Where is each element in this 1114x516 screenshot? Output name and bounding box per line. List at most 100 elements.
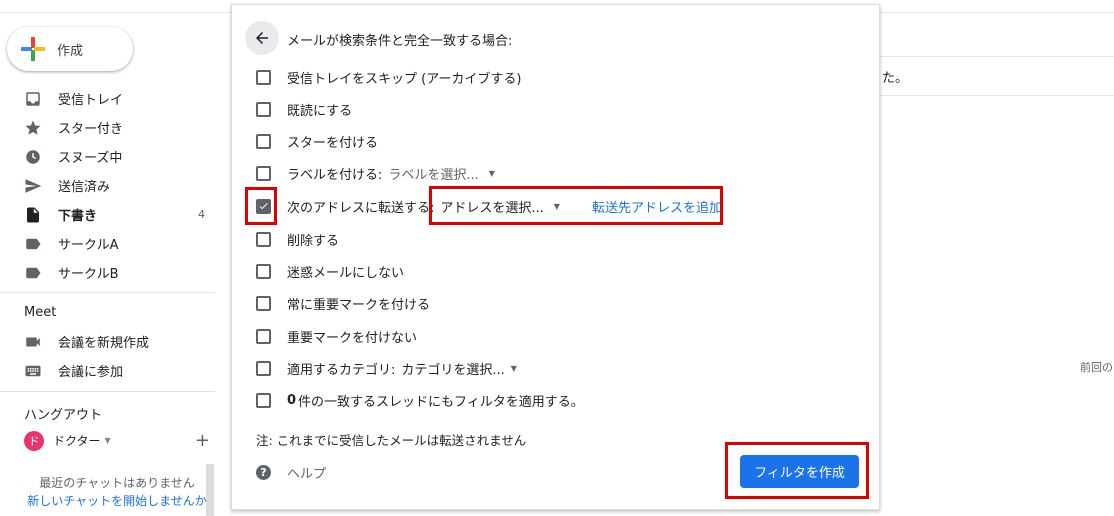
option-label: 常に重要マークを付ける xyxy=(287,297,431,313)
sidebar-nav: 受信トレイ スター付き スヌーズ中 送信済み 下書き 4 サークルA サークルB xyxy=(0,84,215,287)
option-category[interactable]: 適用するカテゴリ: カテゴリを選択... ▼ xyxy=(256,358,517,378)
meet-new-meeting[interactable]: 会議を新規作成 xyxy=(0,327,215,356)
sidebar-divider xyxy=(0,391,215,392)
arrow-left-icon xyxy=(256,32,268,44)
option-label: 適用するカテゴリ: xyxy=(287,362,396,378)
hangouts-user[interactable]: ド ドクター ▼ + xyxy=(24,430,214,451)
sidebar-item-label: サークルB xyxy=(58,267,119,282)
sidebar-item-label: 送信済み xyxy=(58,180,111,195)
plus-icon xyxy=(21,37,45,61)
forward-address-select[interactable]: アドレスを選択... ▼ xyxy=(440,197,560,216)
option-label: 既読にする xyxy=(287,103,353,119)
sidebar-item-label: スヌーズ中 xyxy=(58,151,123,166)
option-apply-to-existing[interactable]: 0 件の一致するスレッドにもフィルタを適用する。 xyxy=(256,390,584,410)
mark-read-checkbox[interactable] xyxy=(256,101,271,117)
sidebar-item-snoozed[interactable]: スヌーズ中 xyxy=(0,142,215,171)
apply-existing-checkbox[interactable] xyxy=(256,392,271,408)
clock-icon xyxy=(24,148,42,166)
send-icon xyxy=(24,177,42,195)
forward-address-select-value: アドレスを選択... xyxy=(440,200,544,216)
dropdown-arrow-icon: ▼ xyxy=(488,168,495,178)
option-mark-read[interactable]: 既読にする xyxy=(256,99,352,119)
category-select[interactable]: カテゴリを選択... ▼ xyxy=(401,359,517,378)
label-icon xyxy=(24,235,42,253)
sidebar-item-circle-a[interactable]: サークルA xyxy=(0,229,215,258)
avatar: ド xyxy=(24,430,44,451)
label-select[interactable]: ラベルを選択... ▼ xyxy=(388,164,495,183)
sidebar-item-starred[interactable]: スター付き xyxy=(0,113,215,142)
meet-title: Meet xyxy=(24,305,57,320)
filter-dialog: メールが検索条件と完全一致する場合: 受信トレイをスキップ (アーカイブする) … xyxy=(231,4,880,510)
option-always-important[interactable]: 常に重要マークを付ける xyxy=(256,293,430,313)
check-icon xyxy=(259,203,268,210)
background-text: た。 xyxy=(882,71,909,86)
dropdown-arrow-icon: ▼ xyxy=(510,363,517,373)
option-label: スターを付ける xyxy=(287,135,379,151)
sidebar-item-label: サークルA xyxy=(58,238,119,253)
sidebar-item-sent[interactable]: 送信済み xyxy=(0,171,215,200)
keyboard-icon xyxy=(24,362,42,380)
star-icon xyxy=(24,119,42,137)
dialog-header: メールが検索条件と完全一致する場合: xyxy=(287,34,513,49)
option-label: 迷惑メールにしない xyxy=(287,265,405,281)
sidebar-divider xyxy=(0,292,215,293)
compose-button[interactable]: 作成 xyxy=(7,27,133,71)
option-apply-label[interactable]: ラベルを付ける: ラベルを選択... ▼ xyxy=(256,163,495,183)
video-icon xyxy=(24,333,42,351)
sidebar-item-drafts[interactable]: 下書き 4 xyxy=(0,200,215,229)
drafts-count: 4 xyxy=(198,208,205,221)
option-label: 削除する xyxy=(287,233,340,249)
star-checkbox[interactable] xyxy=(256,133,271,149)
sidebar-item-label: 下書き xyxy=(58,209,98,224)
no-chats-text: 最近のチャットはありません xyxy=(39,476,195,490)
option-label: 件の一致するスレッドにもフィルタを適用する。 xyxy=(298,394,584,410)
hangouts-title: ハングアウト xyxy=(24,408,103,423)
option-never-important[interactable]: 重要マークを付けない xyxy=(256,326,417,346)
forward-note: 注: これまでに受信したメールは転送されません xyxy=(256,433,527,448)
always-important-checkbox[interactable] xyxy=(256,295,271,311)
help-link[interactable]: ? ヘルプ xyxy=(256,463,326,482)
hangouts-scrollbar[interactable] xyxy=(206,464,214,516)
category-select-value: カテゴリを選択... xyxy=(401,362,505,378)
dropdown-arrow-icon: ▼ xyxy=(553,201,560,211)
background-text: 前回の xyxy=(1080,361,1113,374)
never-spam-checkbox[interactable] xyxy=(256,263,271,279)
option-skip-inbox[interactable]: 受信トレイをスキップ (アーカイブする) xyxy=(256,67,522,87)
option-never-spam[interactable]: 迷惑メールにしない xyxy=(256,261,404,281)
back-button[interactable] xyxy=(245,21,279,55)
gmail-app: 作成 受信トレイ スター付き スヌーズ中 送信済み 下書き 4 サークルA サー… xyxy=(0,0,1114,516)
skip-inbox-checkbox[interactable] xyxy=(256,69,271,85)
compose-label: 作成 xyxy=(57,43,84,59)
delete-checkbox[interactable] xyxy=(256,231,271,247)
create-filter-button[interactable]: フィルタを作成 xyxy=(740,455,859,488)
option-forward[interactable]: 次のアドレスに転送する: アドレスを選択... ▼ 転送先アドレスを追加 xyxy=(256,196,722,216)
background-divider xyxy=(880,95,1114,96)
never-important-checkbox[interactable] xyxy=(256,328,271,344)
inbox-icon xyxy=(24,90,42,108)
match-count: 0 xyxy=(287,392,297,408)
sidebar-item-circle-b[interactable]: サークルB xyxy=(0,258,215,287)
forward-checkbox[interactable] xyxy=(256,198,271,214)
option-star[interactable]: スターを付ける xyxy=(256,131,378,151)
help-label: ヘルプ xyxy=(287,467,327,482)
category-checkbox[interactable] xyxy=(256,360,271,376)
help-icon: ? xyxy=(256,465,271,480)
start-chat-link[interactable]: 新しいチャットを開始しませんか xyxy=(24,492,210,509)
option-label: 重要マークを付けない xyxy=(287,330,418,346)
chevron-down-icon: ▼ xyxy=(104,436,111,445)
apply-label-checkbox[interactable] xyxy=(256,165,271,181)
hangouts-user-name: ドクター xyxy=(53,434,101,448)
sidebar-item-inbox[interactable]: 受信トレイ xyxy=(0,84,215,113)
meet-join-meeting[interactable]: 会議に参加 xyxy=(0,356,215,385)
sidebar-item-label: 受信トレイ xyxy=(58,93,124,108)
option-label: ラベルを付ける: xyxy=(287,167,383,183)
option-label: 次のアドレスに転送する: xyxy=(287,200,435,216)
label-icon xyxy=(24,264,42,282)
meet-item-label: 会議を新規作成 xyxy=(58,336,150,351)
meet-item-label: 会議に参加 xyxy=(58,365,124,380)
sidebar-item-label: スター付き xyxy=(58,122,124,137)
option-delete[interactable]: 削除する xyxy=(256,229,339,249)
add-chat-button[interactable]: + xyxy=(195,430,210,451)
option-label: 受信トレイをスキップ (アーカイブする) xyxy=(287,71,522,87)
add-forward-address-link[interactable]: 転送先アドレスを追加 xyxy=(592,197,722,216)
